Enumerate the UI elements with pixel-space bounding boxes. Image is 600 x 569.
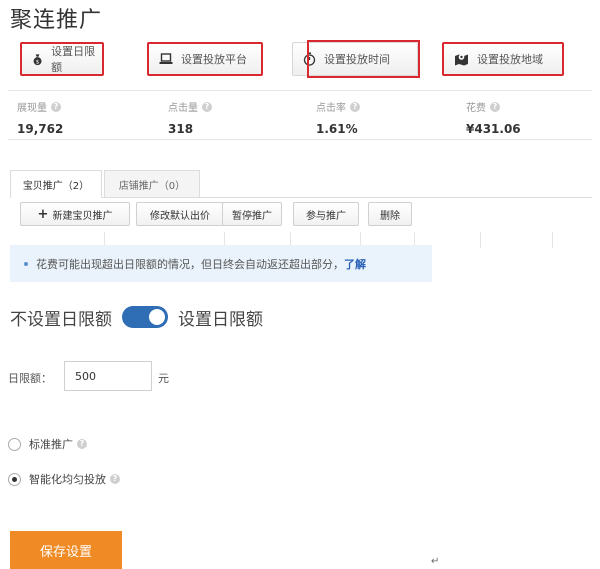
set-platform-label: 设置投放平台 <box>181 53 247 66</box>
budget-toggle-row: 不设置日限额 设置日限额 <box>10 303 263 331</box>
metric-impressions: 展现量? 19,762 <box>17 91 63 141</box>
toggle-on-label: 设置日限额 <box>178 309 263 330</box>
notice-text: 花费可能出现超出日限额的情况，但日终会自动返还超出部分， <box>36 257 344 271</box>
metric-value: ¥431.06 <box>466 122 521 136</box>
help-icon[interactable]: ? <box>202 101 212 112</box>
toggle-knob <box>149 309 165 325</box>
metric-label: 花费 <box>466 103 486 114</box>
metric-label: 点击率 <box>316 103 346 114</box>
standard-delivery-label: 标准推广 <box>29 438 73 451</box>
save-settings-button[interactable]: 保存设置 <box>10 531 122 569</box>
timer-icon <box>303 52 316 66</box>
help-icon[interactable]: ? <box>51 101 61 112</box>
new-item-promotion-button[interactable]: + 新建宝贝推广 <box>20 202 130 226</box>
daily-budget-label: 日限额： <box>8 372 52 385</box>
set-schedule-button[interactable]: 设置投放时间 <box>292 42 418 76</box>
metric-value: 1.61% <box>316 122 358 136</box>
metric-label: 点击量 <box>168 103 198 114</box>
smart-delivery-option[interactable]: 智能化均匀投放 ? <box>8 471 120 487</box>
svg-text:$: $ <box>36 59 40 65</box>
currency-unit: 元 <box>158 372 169 385</box>
set-region-label: 设置投放地域 <box>477 53 543 66</box>
pause-promotion-button[interactable]: 暂停推广 <box>222 202 282 226</box>
set-daily-budget-button[interactable]: $ 设置日限额 <box>20 42 104 76</box>
smart-delivery-radio[interactable] <box>8 472 21 486</box>
action-toolbar: + 新建宝贝推广 修改默认出价 暂停推广 参与推广 删除 <box>10 202 592 232</box>
laptop-icon <box>159 53 173 64</box>
daily-budget-input[interactable] <box>64 361 152 391</box>
bullet-icon <box>24 261 28 266</box>
metric-ctr: 点击率? 1.61% <box>316 91 360 141</box>
standard-delivery-radio[interactable] <box>8 437 21 451</box>
page-title: 聚连推广 <box>10 8 103 33</box>
set-platform-button[interactable]: 设置投放平台 <box>147 42 263 76</box>
learn-more-link[interactable]: 了解 <box>344 256 366 272</box>
join-promotion-button[interactable]: 参与推广 <box>293 202 359 226</box>
set-schedule-label: 设置投放时间 <box>324 53 390 66</box>
toggle-off-label: 不设置日限额 <box>10 309 112 330</box>
metric-label: 展现量 <box>17 103 47 114</box>
table-divider <box>480 232 481 248</box>
tab-shop-promotion[interactable]: 店铺推广（0） <box>104 170 200 197</box>
budget-toggle-switch[interactable] <box>122 306 168 328</box>
smart-delivery-label: 智能化均匀投放 <box>29 473 106 486</box>
help-icon[interactable]: ? <box>110 474 120 484</box>
metrics-bar: 展现量? 19,762 点击量? 318 点击率? 1.61% 花费? ¥431… <box>8 90 592 140</box>
return-mark: ↵ <box>431 556 440 567</box>
plus-icon: + <box>37 206 49 222</box>
help-icon[interactable]: ? <box>77 439 87 449</box>
metric-value: 318 <box>168 122 194 136</box>
metric-clicks: 点击量? 318 <box>168 91 212 141</box>
help-icon[interactable]: ? <box>490 101 500 112</box>
metric-value: 19,762 <box>17 122 64 136</box>
standard-delivery-option[interactable]: 标准推广 ? <box>8 436 87 452</box>
table-divider <box>552 232 553 248</box>
map-pin-icon <box>455 54 468 66</box>
delete-button[interactable]: 删除 <box>368 202 412 226</box>
metric-spend: 花费? ¥431.06 <box>466 91 521 141</box>
help-icon[interactable]: ? <box>350 101 360 112</box>
tab-item-promotion[interactable]: 宝贝推广（2） <box>10 170 102 198</box>
set-region-button[interactable]: 设置投放地域 <box>442 42 564 76</box>
money-bag-icon: $ <box>33 53 42 65</box>
new-item-promotion-label: 新建宝贝推广 <box>52 210 113 222</box>
set-daily-budget-label: 设置日限额 <box>51 45 96 74</box>
modify-default-bid-button[interactable]: 修改默认出价 <box>136 202 224 226</box>
budget-notice: 花费可能出现超出日限额的情况，但日终会自动返还超出部分， 了解 <box>10 245 432 282</box>
